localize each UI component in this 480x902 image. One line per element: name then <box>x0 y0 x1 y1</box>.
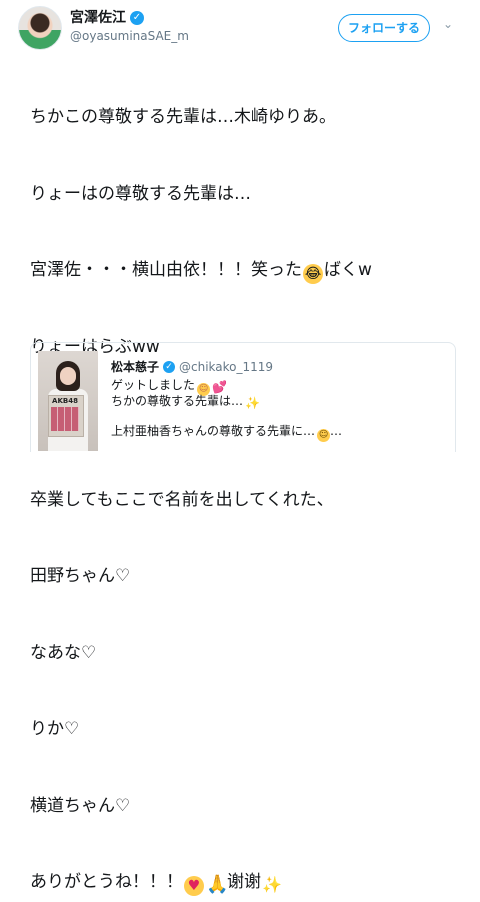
quoted-line-text: ゲットしました <box>111 378 196 392</box>
quoted-user-handle[interactable]: @chikako_1119 <box>179 360 273 374</box>
photo-face <box>60 367 76 385</box>
user-handle[interactable]: @oyasuminaSAE_m <box>70 29 189 43</box>
sparkles-emoji-icon: ✨ <box>245 396 260 410</box>
verified-icon: ✓ <box>130 11 144 25</box>
quoted-line-text: 上村亜柚香ちゃんの尊敬する先輩に… <box>111 424 316 438</box>
quoted-line: ちかの尊敬する先輩は… ✨ <box>111 393 451 410</box>
sparkles-emoji-icon: ✨ <box>262 875 282 894</box>
shushing-face-emoji-icon: ☺ <box>317 429 331 442</box>
tweet-line-tail: ばくw <box>324 260 372 280</box>
quoted-line: 上村亜柚香ちゃんの尊敬する先輩に… ☺… <box>111 423 451 442</box>
tweet-line: ちかこの尊敬する先輩は…木崎ゆりあ。 <box>30 107 336 127</box>
quoted-line-tail: … <box>330 424 343 438</box>
tweet-line: 田野ちゃん♡ <box>30 566 131 586</box>
tweet-line-text: 宮澤佐・・・横山由依！！！笑った <box>30 260 302 280</box>
tweet-text: ちかこの尊敬する先輩は…木崎ゆりあ。 りょーはの尊敬する先輩は… 宮澤佐・・・横… <box>30 54 470 902</box>
quoted-blank-line <box>111 409 451 423</box>
display-name[interactable]: 宮澤佐江 <box>70 10 126 26</box>
quoted-tweet-header[interactable]: 松本慈子 ✓ @chikako_1119 <box>111 358 273 375</box>
verified-icon: ✓ <box>163 360 176 373</box>
follow-button[interactable]: フォローする <box>338 14 430 42</box>
quoted-tweet-text: ゲットしました ☺ 💕 ちかの尊敬する先輩は… ✨ 上村亜柚香ちゃんの尊敬する先輩に…… <box>111 377 451 442</box>
tweet-line: りょーはの尊敬する先輩は… <box>30 183 251 204</box>
avatar[interactable] <box>18 6 62 50</box>
tweet-line: ありがとうね！！！ ♥ 🙏谢谢✨ <box>30 870 470 896</box>
photo-book-title: AKB48 <box>52 397 78 405</box>
tweet-line: なあな♡ <box>30 642 97 663</box>
tweet-line-tail: 谢谢 <box>227 872 261 892</box>
tweet-line: 横道ちゃん♡ <box>30 795 131 816</box>
tweet-line-text: ありがとうね！！！ <box>30 872 183 892</box>
quoted-tweet-photo[interactable]: AKB48 <box>38 351 98 451</box>
photo-book-pictures <box>51 407 79 431</box>
tweet-line: 宮澤佐・・・横山由依！！！笑った 😂 ばくw <box>30 258 470 284</box>
quoted-tweet-card[interactable]: AKB48 松本慈子 ✓ @chikako_1119 ゲットしました ☺ 💕 ちかの… <box>30 342 456 452</box>
tweet-line: りか♡ <box>30 719 80 739</box>
quoted-line-text: ちかの尊敬する先輩は… <box>111 394 244 408</box>
tweet-line: 卒業してもここで名前を出してくれた、 <box>30 489 334 510</box>
heart-eyes-emoji-icon: ♥ <box>184 876 204 896</box>
tweet-header: 宮澤佐江 ✓ @oyasuminaSAE_m フォローする ⌄ <box>0 0 480 56</box>
user-name-row[interactable]: 宮澤佐江 ✓ <box>70 10 144 26</box>
rofl-emoji-icon: 😂 <box>303 264 323 284</box>
quoted-line: ゲットしました ☺ 💕 <box>111 377 451 396</box>
quoted-display-name[interactable]: 松本慈子 <box>111 358 159 375</box>
chevron-down-icon[interactable]: ⌄ <box>443 18 455 30</box>
folded-hands-emoji-icon: 🙏 <box>206 874 229 895</box>
